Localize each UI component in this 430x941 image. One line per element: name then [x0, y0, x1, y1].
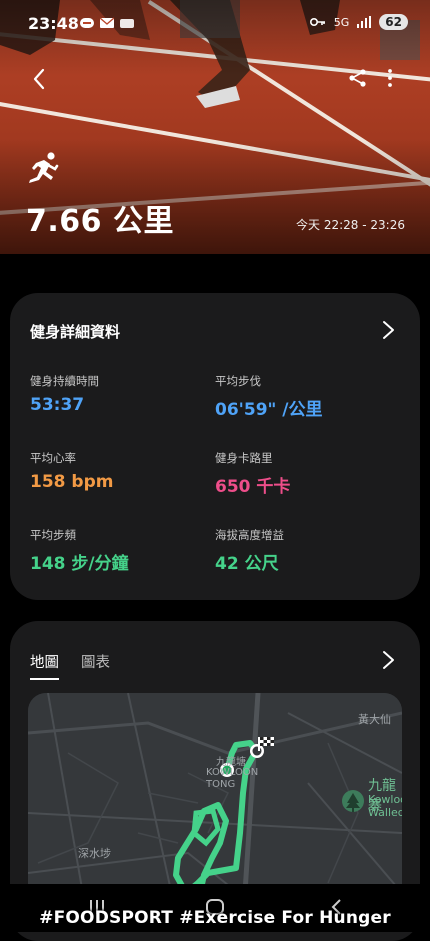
map-label-kowloon-tong: 九龍塘 [216, 757, 246, 768]
stat-label: 平均步伐 [215, 374, 261, 388]
battery-level: 62 [379, 14, 408, 30]
share-icon[interactable] [348, 68, 368, 88]
map-label-kowloon-tong-en: KOWLOON TONG [206, 767, 259, 790]
stat-label: 平均步頻 [30, 528, 76, 542]
hashtag-caption: #FOODSPORT #Exercise For Hunger [39, 908, 391, 928]
workout-details-card[interactable]: 健身詳細資料 健身持續時間 53:37 平均步伐 06'59" /公里 平均心率… [10, 293, 420, 600]
details-card-title: 健身詳細資料 [30, 323, 121, 341]
stat-label: 平均心率 [30, 451, 76, 465]
stat-elevation-gain: 海拔高度增益 42 公尺 [215, 527, 385, 574]
status-bar: 23:48 5G 62 [0, 10, 430, 38]
stat-value: 06'59" /公里 [215, 400, 323, 420]
stat-value: 148 步/分鐘 [30, 554, 129, 574]
distance-value: 7.66 公里 [26, 204, 174, 239]
hero-banner: 23:48 5G 62 7.66 公里 今天 22:28 - 23:26 [0, 0, 430, 254]
stat-value: 158 bpm [30, 472, 114, 492]
map-label-wong-tai-sin: 黃大仙 [358, 713, 391, 726]
status-time: 23:48 [28, 14, 79, 33]
more-options-icon[interactable] [380, 68, 400, 88]
chevron-right-icon[interactable] [378, 319, 398, 341]
stat-value: 42 公尺 [215, 554, 279, 574]
stat-label: 健身持續時間 [30, 374, 99, 388]
stat-value: 53:37 [30, 395, 85, 415]
top-app-bar [0, 62, 430, 96]
tab-map[interactable]: 地圖 [30, 651, 59, 680]
map-tabs: 地圖 圖表 [30, 651, 110, 680]
stat-label: 健身卡路里 [215, 451, 273, 465]
stat-avg-heart-rate: 平均心率 158 bpm [30, 450, 200, 492]
workout-time-range: 今天 22:28 - 23:26 [296, 218, 405, 232]
notification-app-icon [80, 18, 94, 28]
app-notification-icon [120, 19, 134, 28]
back-arrow-icon[interactable] [28, 66, 54, 92]
network-type: 5G [333, 15, 350, 29]
signal-icon [357, 16, 372, 28]
map-label-walled-city: Kowloon Walled City P [368, 793, 402, 819]
stat-avg-cadence: 平均步頻 148 步/分鐘 [30, 527, 200, 574]
stat-label: 海拔高度增益 [215, 528, 284, 542]
map-label-sham-shui-po: 深水埗 [78, 847, 111, 860]
chevron-right-icon[interactable] [378, 649, 398, 671]
tab-chart[interactable]: 圖表 [81, 651, 110, 680]
stat-avg-pace: 平均步伐 06'59" /公里 [215, 373, 385, 420]
stat-duration: 健身持續時間 53:37 [30, 373, 200, 415]
key-icon [309, 18, 325, 26]
stat-value: 650 千卡 [215, 477, 291, 497]
stat-calories: 健身卡路里 650 千卡 [215, 450, 385, 497]
running-icon [29, 152, 59, 183]
mail-icon [100, 17, 114, 28]
